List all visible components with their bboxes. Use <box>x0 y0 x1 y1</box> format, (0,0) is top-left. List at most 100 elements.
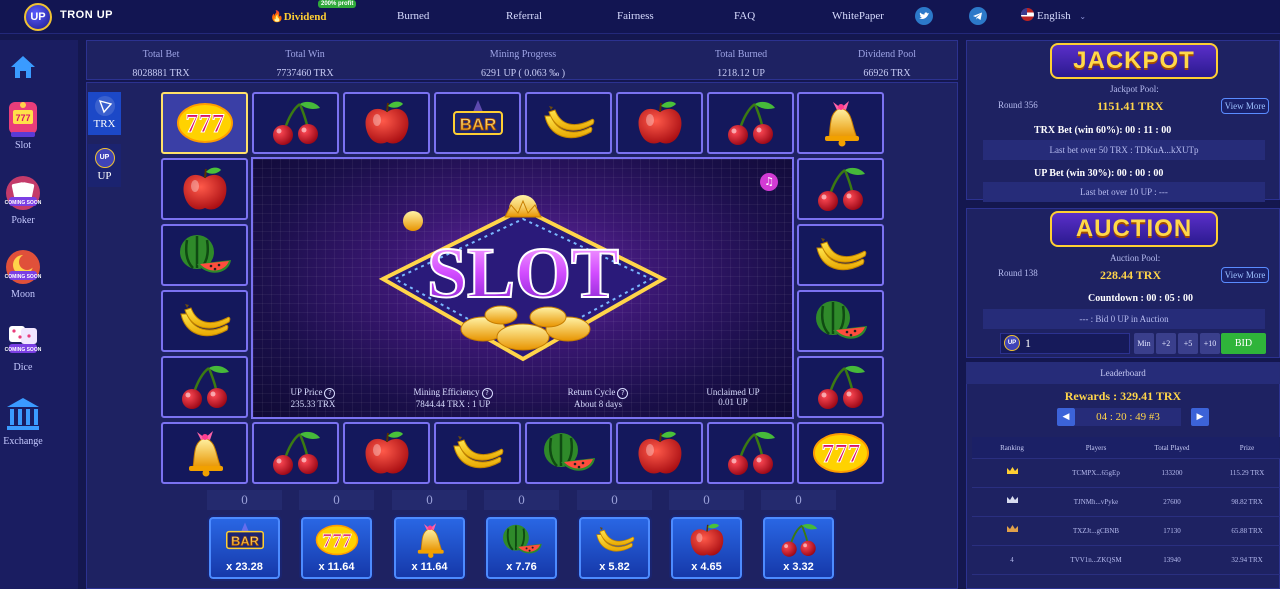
bet-count: 0 <box>669 490 744 510</box>
jackpot-trx-last-bet: Last bet over 50 TRX : TDKuA...kXUTp <box>983 140 1265 160</box>
tron-icon <box>94 96 115 116</box>
stat-value: 7737460 TRX <box>276 68 334 79</box>
leaderboard-rows: TCMPX...65gEp 133200 115.29 TRX TJNMh...vPy… <box>972 459 1280 575</box>
apple-icon <box>630 428 690 478</box>
nav-dividend-label: Dividend <box>283 11 327 23</box>
brand-name[interactable]: TRON UP <box>60 9 113 21</box>
prize: 65.88 TRX <box>1231 527 1263 535</box>
logo-badge[interactable]: UP <box>24 3 52 31</box>
reel-tile <box>797 158 884 220</box>
help-icon[interactable]: ? <box>617 388 629 399</box>
nav-faq[interactable]: FAQ <box>734 10 755 22</box>
nav-fairness[interactable]: Fairness <box>617 10 654 22</box>
leaderboard-next-button[interactable]: ▶ <box>1191 408 1209 426</box>
sidebar-item-slot[interactable]: 777 Slot <box>0 98 46 151</box>
column-ranking: Ranking <box>1000 444 1024 452</box>
info-label: UP Price <box>290 387 323 397</box>
bid-min-button[interactable]: Min <box>1134 333 1154 354</box>
777-icon <box>175 98 235 148</box>
help-icon[interactable]: ? <box>324 388 336 399</box>
banana-icon <box>448 428 508 478</box>
bet-bar-button[interactable]: x 23.28 <box>207 515 282 581</box>
leaderboard-title: Leaderboard <box>966 362 1280 384</box>
svg-text:777: 777 <box>15 113 30 123</box>
slot-machine-icon: 777 <box>3 98 43 138</box>
cherry-icon <box>266 98 326 148</box>
reel-tile <box>161 92 248 154</box>
cherry-icon <box>175 362 235 412</box>
reel-tile <box>161 356 248 418</box>
jackpot-up-last-bet: Last bet over 10 UP : --- <box>983 182 1265 202</box>
bet-apple-button[interactable]: x 4.65 <box>669 515 744 581</box>
leaderboard-prev-button[interactable]: ◀ <box>1057 408 1075 426</box>
music-icon[interactable]: ♫ <box>760 173 778 191</box>
help-icon[interactable]: ? <box>481 388 493 399</box>
bet-cherry-button[interactable]: x 3.32 <box>761 515 836 581</box>
tab-label: UP <box>97 170 112 182</box>
stat-value: 6291 UP ( 0.063 ‰ ) <box>480 68 566 79</box>
reel-tile <box>161 158 248 220</box>
auction-countdown: Countdown : 00 : 05 : 00 <box>1088 293 1194 304</box>
table-row: 4 TVV1n...ZKQSM 13940 32.94 TRX <box>972 546 1280 575</box>
stat-label: Dividend Pool <box>857 49 917 60</box>
nav-referral[interactable]: Referral <box>506 10 542 22</box>
stats-bar: Total Bet 8028881 TRX Total Win 7737460 TR… <box>86 40 958 80</box>
sidebar-item-dice[interactable]: COMING SOON Dice <box>0 320 46 373</box>
bet-count: 0 <box>299 490 374 510</box>
language-selector[interactable]: English ⌄ <box>1021 8 1086 22</box>
cherry-icon <box>721 98 781 148</box>
leaderboard-table: Ranking Players Total Played Prize TCMPX… <box>972 437 1280 575</box>
watermelon-icon <box>499 521 545 559</box>
reel-tile <box>797 224 884 286</box>
bet-count: 0 <box>207 490 282 510</box>
reel-tile <box>434 92 521 154</box>
stat-label: Total Burned <box>714 49 768 60</box>
nav-whitepaper[interactable]: WhitePaper <box>832 10 884 22</box>
info-mining-efficiency: Mining Efficiency? 7844.44 TRX : 1 UP <box>403 387 503 409</box>
svg-text:COMING SOON: COMING SOON <box>5 347 42 353</box>
slot-logo: SLOT <box>378 195 668 362</box>
stat-label: Total Win <box>285 49 325 60</box>
bell-icon <box>407 521 453 559</box>
bet-count: 0 <box>761 490 836 510</box>
table-row: TJNMh...vPyke 27600 98.82 TRX <box>972 488 1280 517</box>
tab-up[interactable]: UP UP <box>88 144 121 187</box>
prize: 115.29 TRX <box>1229 469 1265 477</box>
apple-icon <box>357 98 417 148</box>
reel-tile <box>161 422 248 484</box>
twitter-icon[interactable] <box>915 7 933 25</box>
reel-tile <box>616 422 703 484</box>
sidebar-item-moon[interactable]: COMING SOON Moon <box>0 247 46 300</box>
sidebar-item-poker[interactable]: COMING SOON Poker <box>0 173 46 226</box>
info-value: About 8 days <box>574 399 622 409</box>
stat-dividend-pool: Dividend Pool 66926 TRX <box>817 45 957 83</box>
jackpot-view-more-button[interactable]: View More <box>1221 98 1269 114</box>
sidebar-item-exchange[interactable]: Exchange <box>0 394 46 447</box>
bid-plus2-button[interactable]: +2 <box>1156 333 1176 354</box>
svg-text:COMING SOON: COMING SOON <box>5 274 42 280</box>
auction-view-more-button[interactable]: View More <box>1221 267 1269 283</box>
auction-pool-value: 228.44 TRX <box>1100 268 1162 282</box>
profit-badge: 200% profit <box>318 0 357 8</box>
bet-watermelon-button[interactable]: x 7.76 <box>484 515 559 581</box>
info-return-cycle: Return Cycle? About 8 days <box>558 387 638 409</box>
nav-burned[interactable]: Burned <box>397 10 429 22</box>
bid-plus5-button[interactable]: +5 <box>1178 333 1198 354</box>
info-label: Return Cycle <box>567 387 616 397</box>
telegram-icon[interactable] <box>969 7 987 25</box>
us-flag-icon <box>1021 8 1034 21</box>
bet-777-button[interactable]: x 11.64 <box>299 515 374 581</box>
bid-button[interactable]: BID <box>1221 333 1266 354</box>
bet-bell-button[interactable]: x 11.64 <box>392 515 467 581</box>
bet-banana-button[interactable]: x 5.82 <box>577 515 652 581</box>
rank-number: 4 <box>1010 556 1014 564</box>
info-unclaimed-up: Unclaimed UP 0.01 UP <box>698 387 768 407</box>
home-icon[interactable] <box>9 54 37 80</box>
cherry-icon <box>776 521 822 559</box>
bet-multiplier: x 11.64 <box>411 561 448 573</box>
nav-dividend[interactable]: 🔥Dividend <box>270 10 327 23</box>
tab-trx[interactable]: TRX <box>88 92 121 135</box>
reel-tile <box>797 422 884 484</box>
bid-plus10-button[interactable]: +10 <box>1200 333 1220 354</box>
reel-tile <box>343 92 430 154</box>
